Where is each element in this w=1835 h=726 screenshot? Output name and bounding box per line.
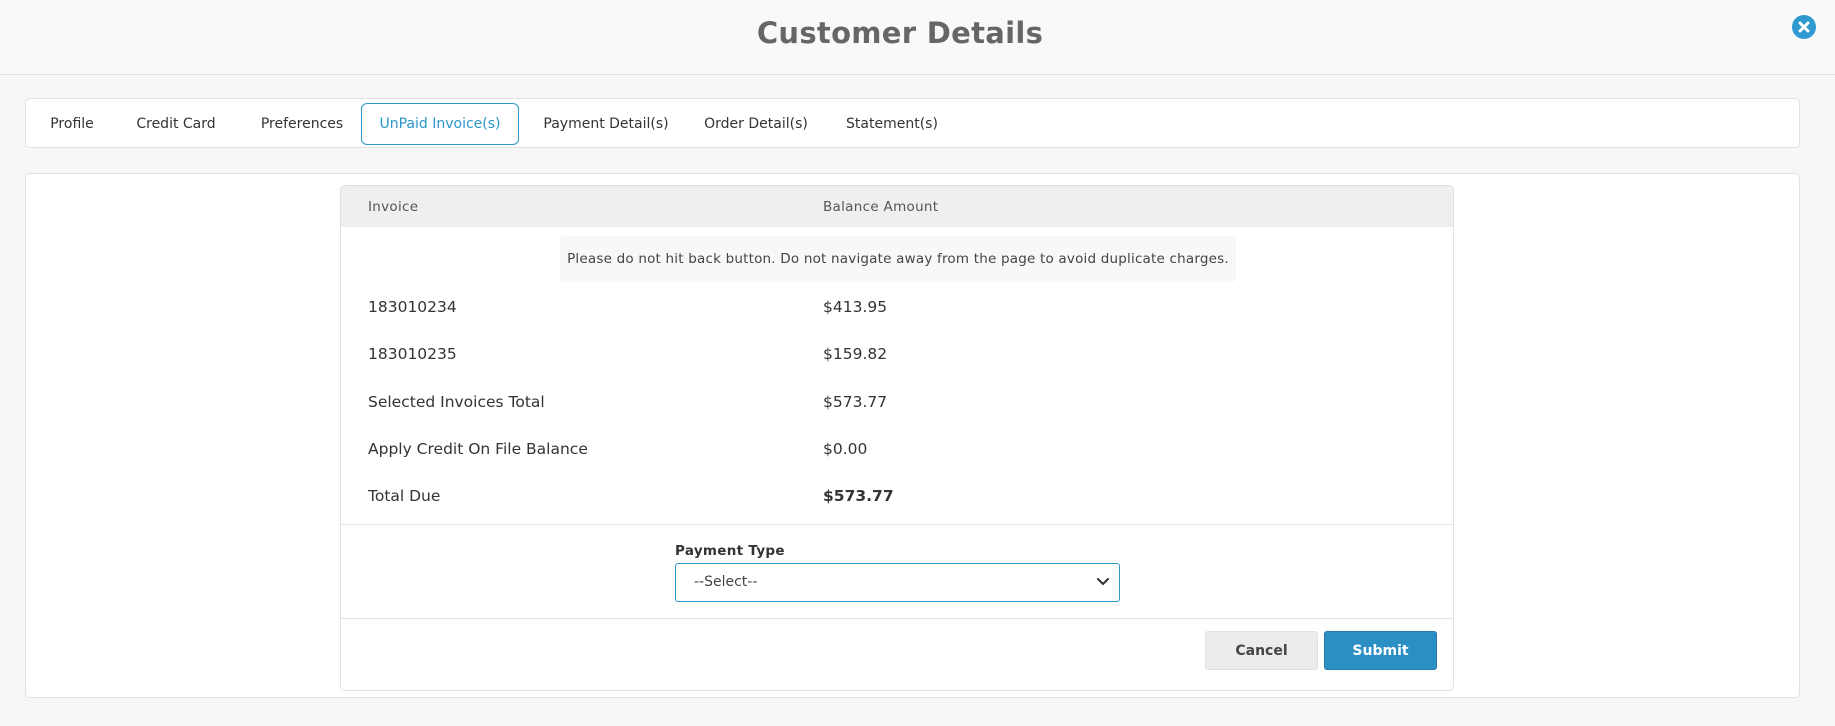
total-due-amount: $573.77 <box>823 487 894 505</box>
tab-bar: Profile Credit Card Preferences UnPaid I… <box>25 98 1800 148</box>
section-divider <box>341 618 1453 619</box>
close-icon <box>1798 21 1810 33</box>
invoice-card: Invoice Balance Amount Please do not hit… <box>340 185 1454 691</box>
tab-credit-card[interactable]: Credit Card <box>127 103 225 145</box>
content-panel: Invoice Balance Amount Please do not hit… <box>25 173 1800 698</box>
selected-total-label: Selected Invoices Total <box>368 393 545 411</box>
invoice-amount: $159.82 <box>823 345 888 363</box>
duplicate-charge-notice: Please do not hit back button. Do not na… <box>560 236 1236 282</box>
tab-unpaid-invoices[interactable]: UnPaid Invoice(s) <box>361 103 519 145</box>
payment-type-select[interactable]: --Select-- <box>675 563 1120 602</box>
table-header: Invoice Balance Amount <box>341 186 1453 227</box>
chevron-down-icon <box>1097 578 1109 585</box>
selected-total-amount: $573.77 <box>823 393 888 411</box>
column-invoice: Invoice <box>368 199 419 215</box>
submit-button[interactable]: Submit <box>1324 631 1437 670</box>
invoice-number: 183010235 <box>368 345 457 363</box>
tab-statements[interactable]: Statement(s) <box>838 103 946 145</box>
page-title: Customer Details <box>756 16 1044 50</box>
invoice-number: 183010234 <box>368 298 457 316</box>
total-due-label: Total Due <box>368 487 441 505</box>
section-divider <box>341 524 1453 525</box>
credit-balance-amount: $0.00 <box>823 440 868 458</box>
tab-profile[interactable]: Profile <box>38 103 106 145</box>
column-balance-amount: Balance Amount <box>823 199 939 215</box>
tab-order-details[interactable]: Order Detail(s) <box>695 103 817 145</box>
payment-type-label: Payment Type <box>675 543 785 559</box>
credit-balance-label: Apply Credit On File Balance <box>368 440 588 458</box>
tab-preferences[interactable]: Preferences <box>246 103 358 145</box>
payment-type-value: --Select-- <box>694 574 758 590</box>
invoice-amount: $413.95 <box>823 298 888 316</box>
modal-header: Customer Details <box>0 0 1835 75</box>
cancel-button[interactable]: Cancel <box>1205 631 1318 670</box>
tab-payment-details[interactable]: Payment Detail(s) <box>536 103 676 145</box>
close-button[interactable] <box>1792 15 1816 39</box>
